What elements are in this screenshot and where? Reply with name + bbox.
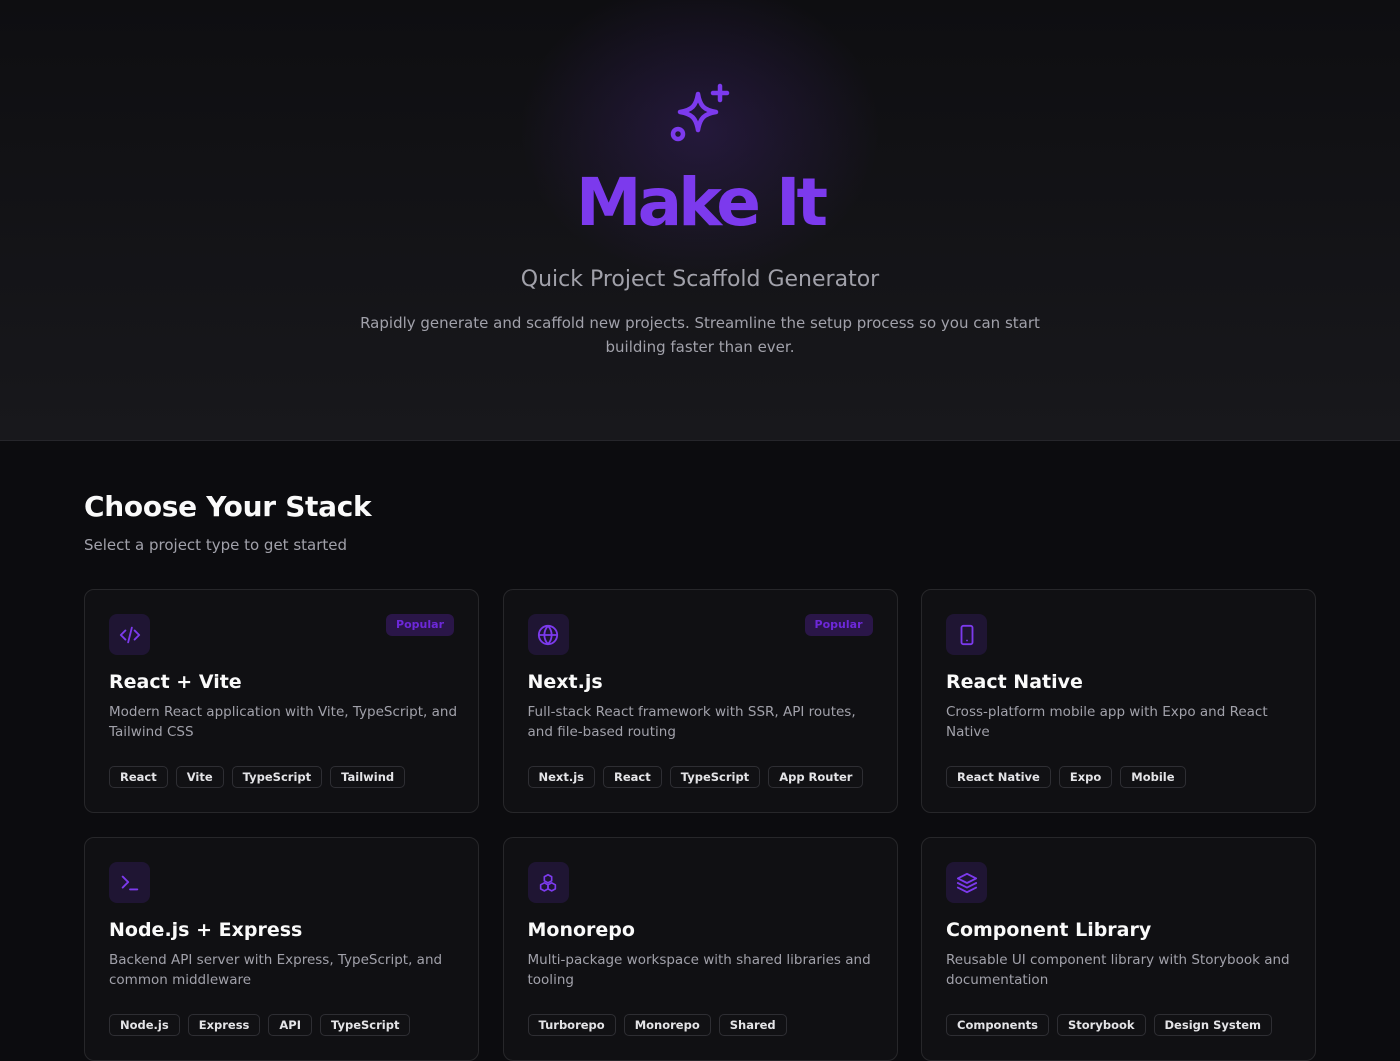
tag: App Router [768,766,864,788]
stack-card-nextjs[interactable]: Popular Next.js Full-stack React framewo… [502,589,898,813]
stack-card-react-native[interactable]: React Native Cross-platform mobile app w… [921,589,1316,813]
popular-badge: Popular [386,614,454,636]
card-title: React Native [946,671,1083,693]
tag: Monorepo [623,1014,711,1036]
card-description: Modern React application with Vite, Type… [109,704,458,740]
stack-card-node-express[interactable]: Node.js + Express Backend API server wit… [84,837,479,1061]
app-subtitle: Quick Project Scaffold Generator [520,267,880,292]
card-description: Backend API server with Express, TypeScr… [109,952,443,988]
layers-icon [956,872,977,893]
smartphone-icon [960,624,973,645]
tag: Shared [718,1014,787,1036]
sparkles-icon [670,83,730,142]
card-description: Cross-platform mobile app with Expo and … [946,704,1268,740]
stack-card-component-library[interactable]: Component Library Reusable UI component … [921,837,1316,1061]
stack-grid: Popular React + Vite Modern React applic… [84,589,1316,1061]
app-description: Rapidly generate and scaffold new projec… [360,314,1040,356]
card-description: Multi-package workspace with shared libr… [527,952,871,988]
hero-header: Make It Quick Project Scaffold Generator… [0,0,1400,441]
tag: API [268,1014,312,1036]
card-description: Reusable UI component library with Story… [946,952,1290,988]
app-title: Make It [575,164,828,241]
tag: Turborepo [527,1014,616,1036]
tag: Vite [175,766,224,788]
tag: React Native [946,766,1051,788]
popular-badge: Popular [804,614,873,636]
stack-card-monorepo[interactable]: Monorepo Multi-package workspace with sh… [502,837,898,1061]
tag: Next.js [527,766,595,788]
card-title: Monorepo [527,919,635,941]
card-icon-container [946,862,987,903]
card-icon-container [527,862,569,903]
tag-list: React Native Expo Mobile [946,766,1186,788]
stack-card-react-vite[interactable]: Popular React + Vite Modern React applic… [84,589,479,813]
globe-icon [537,624,559,645]
boxes-icon [539,873,557,892]
tag: TypeScript [320,1014,411,1036]
card-icon-container [527,614,569,655]
terminal-icon [121,875,138,890]
tag: Express [187,1014,261,1036]
card-icon-container [109,862,150,903]
tag: Design System [1153,1014,1272,1036]
tag: Expo [1058,766,1113,788]
card-title: Node.js + Express [109,919,303,941]
tag-list: React Vite TypeScript Tailwind [109,766,406,788]
card-title: Next.js [527,671,603,693]
card-icon-container [109,614,150,655]
code-icon [119,626,140,643]
tag: Mobile [1120,766,1186,788]
tag: Tailwind [330,766,406,788]
tag: TypeScript [669,766,761,788]
tag-list: Turborepo Monorepo Shared [527,1014,787,1036]
tag: Node.js [109,1014,180,1036]
tag-list: Next.js React TypeScript App Router [527,766,864,788]
tag-list: Node.js Express API TypeScript [109,1014,411,1036]
tag: React [603,766,662,788]
card-description: Full-stack React framework with SSR, API… [527,704,856,740]
tag: Components [946,1014,1049,1036]
card-icon-container [946,614,987,655]
tag: Storybook [1056,1014,1146,1036]
section-subtitle: Select a project type to get started [84,536,348,554]
tag-list: Components Storybook Design System [946,1014,1272,1036]
tag: React [109,766,168,788]
tag: TypeScript [231,766,323,788]
card-title: Component Library [946,919,1152,941]
section-title: Choose Your Stack [84,490,372,523]
card-title: React + Vite [109,671,242,693]
